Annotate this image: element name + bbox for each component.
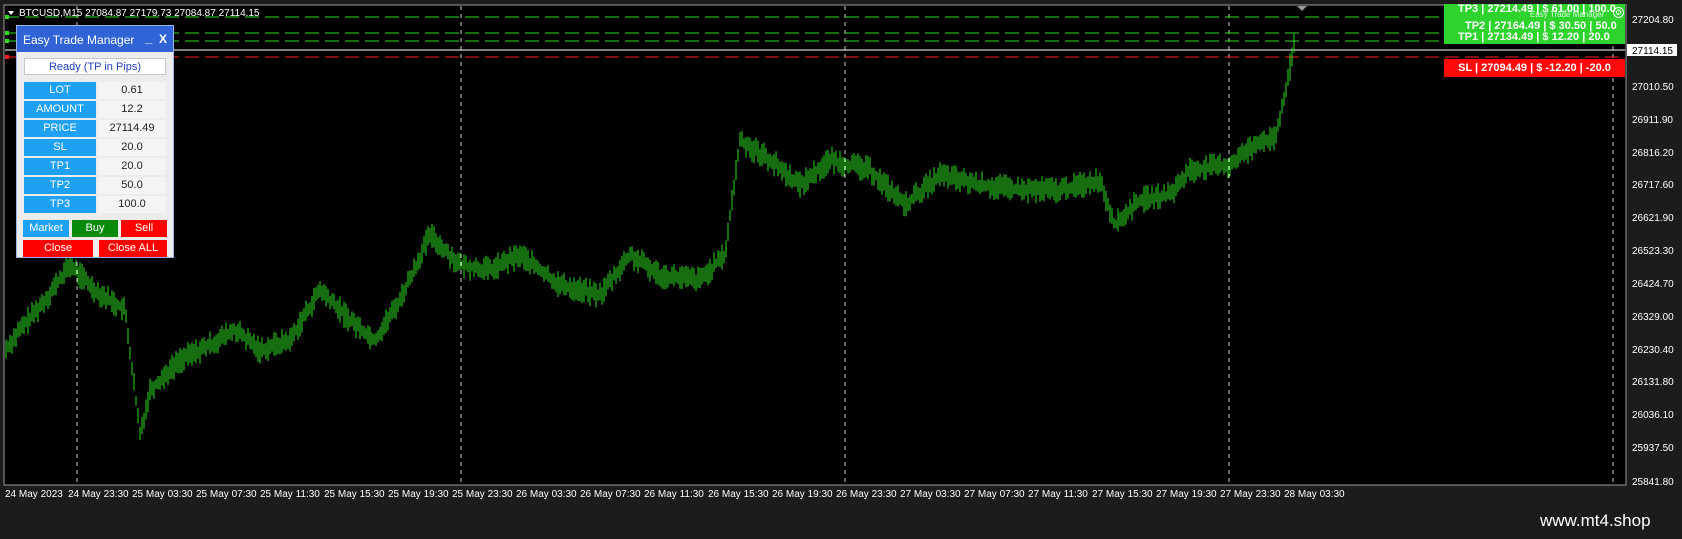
price-tick: 25937.50 <box>1632 443 1674 454</box>
tp2-marker <box>5 31 9 35</box>
tp1-row: TP1 20.0 <box>24 158 166 175</box>
time-tick: 25 May 03:30 <box>132 489 193 500</box>
market-button[interactable]: Market <box>23 220 69 237</box>
symbol-info: BTCUSD,M15 27084.87 27179.73 27084.87 27… <box>19 8 260 19</box>
tp1-label: TP1 <box>24 158 96 175</box>
lot-label: LOT <box>24 82 96 99</box>
sl-tag[interactable]: SL | 27094.49 | $ -12.20 | -20.0 <box>1444 59 1625 77</box>
time-tick: 26 May 15:30 <box>708 489 769 500</box>
tp2-label: TP2 <box>24 177 96 194</box>
close-all-button[interactable]: Close ALL <box>99 240 167 257</box>
price-tick: 27204.80 <box>1632 15 1674 26</box>
amount-input[interactable]: 12.2 <box>98 101 166 118</box>
panel-title: Easy Trade Manager <box>23 33 135 47</box>
price-tick: 26816.20 <box>1632 148 1674 159</box>
tp3-label: TP3 <box>24 196 96 213</box>
lot-input[interactable]: 0.61 <box>98 82 166 99</box>
time-tick: 27 May 19:30 <box>1156 489 1217 500</box>
time-tick: 25 May 11:30 <box>260 489 320 500</box>
price-tick: 26621.90 <box>1632 213 1674 224</box>
price-tick: 26329.00 <box>1632 312 1674 323</box>
time-tick: 25 May 07:30 <box>196 489 257 500</box>
sl-marker <box>5 55 9 59</box>
easy-trade-manager-panel: Easy Trade Manager _ X Ready (TP in Pips… <box>16 25 174 258</box>
price-tick: 26131.80 <box>1632 377 1674 388</box>
price-row: PRICE 27114.49 <box>24 120 166 137</box>
time-tick: 26 May 07:30 <box>580 489 641 500</box>
lot-row: LOT 0.61 <box>24 82 166 99</box>
panel-title-bar[interactable]: Easy Trade Manager _ X <box>17 26 173 52</box>
close-panel-button[interactable]: X <box>159 32 167 46</box>
price-tick: 25841.80 <box>1632 477 1674 488</box>
minimize-button[interactable]: _ <box>145 30 152 45</box>
price-axis: 27204.80 27010.50 26911.90 26816.20 2671… <box>1632 15 1674 488</box>
tp1-marker <box>5 39 9 43</box>
close-button[interactable]: Close <box>23 240 93 257</box>
price-tick: 26717.60 <box>1632 180 1674 191</box>
time-tick: 24 May 2023 <box>5 489 63 500</box>
settings-icon[interactable]: ⚙ <box>1613 7 1624 18</box>
tp2-row: TP2 50.0 <box>24 177 166 194</box>
price-tick: 26911.90 <box>1632 115 1673 126</box>
sell-button[interactable]: Sell <box>121 220 167 237</box>
tp3-row: TP3 100.0 <box>24 196 166 213</box>
price-tick: 26523.30 <box>1632 246 1674 257</box>
time-tick: 26 May 03:30 <box>516 489 577 500</box>
time-tick: 28 May 03:30 <box>1284 489 1345 500</box>
sl-label: SL <box>24 139 96 156</box>
price-tick: 26230.40 <box>1632 345 1674 356</box>
price-tick: 26036.10 <box>1632 410 1674 421</box>
sl-input[interactable]: 20.0 <box>98 139 166 156</box>
time-tick: 25 May 19:30 <box>388 489 449 500</box>
tp1-input[interactable]: 20.0 <box>98 158 166 175</box>
time-tick: 27 May 15:30 <box>1092 489 1153 500</box>
plot-area <box>3 4 1627 486</box>
tp1-tag[interactable]: TP1 | 27134.49 | $ 12.20 | 20.0 <box>1458 31 1610 43</box>
time-tick: 26 May 19:30 <box>772 489 833 500</box>
price-label: PRICE <box>24 120 96 137</box>
sl-row: SL 20.0 <box>24 139 166 156</box>
time-axis: 24 May 2023 24 May 23:30 25 May 03:30 25… <box>5 489 1345 500</box>
tp3-marker <box>5 15 9 19</box>
time-tick: 24 May 23:30 <box>68 489 129 500</box>
watermark: www.mt4.shop <box>1540 511 1651 530</box>
amount-row: AMOUNT 12.2 <box>24 101 166 118</box>
time-tick: 25 May 15:30 <box>324 489 385 500</box>
time-tick: 27 May 23:30 <box>1220 489 1281 500</box>
status-field: Ready (TP in Pips) <box>24 58 166 75</box>
price-tick: 27010.50 <box>1632 82 1674 93</box>
time-tick: 27 May 11:30 <box>1028 489 1088 500</box>
time-tick: 26 May 23:30 <box>836 489 897 500</box>
tp-overlay-label: Easy Trade Manager <box>1530 10 1605 19</box>
time-tick: 27 May 07:30 <box>964 489 1025 500</box>
tp2-input[interactable]: 50.0 <box>98 177 166 194</box>
amount-label: AMOUNT <box>24 101 96 118</box>
buy-button[interactable]: Buy <box>72 220 118 237</box>
current-price-label: 27114.15 <box>1632 46 1673 57</box>
time-tick: 25 May 23:30 <box>452 489 513 500</box>
time-tick: 27 May 03:30 <box>900 489 961 500</box>
price-chart[interactable]: BTCUSD,M15 27084.87 27179.73 27084.87 27… <box>0 0 1682 539</box>
tp3-input[interactable]: 100.0 <box>98 196 166 213</box>
price-tick: 26424.70 <box>1632 279 1674 290</box>
price-input[interactable]: 27114.49 <box>98 120 166 137</box>
time-tick: 26 May 11:30 <box>644 489 704 500</box>
